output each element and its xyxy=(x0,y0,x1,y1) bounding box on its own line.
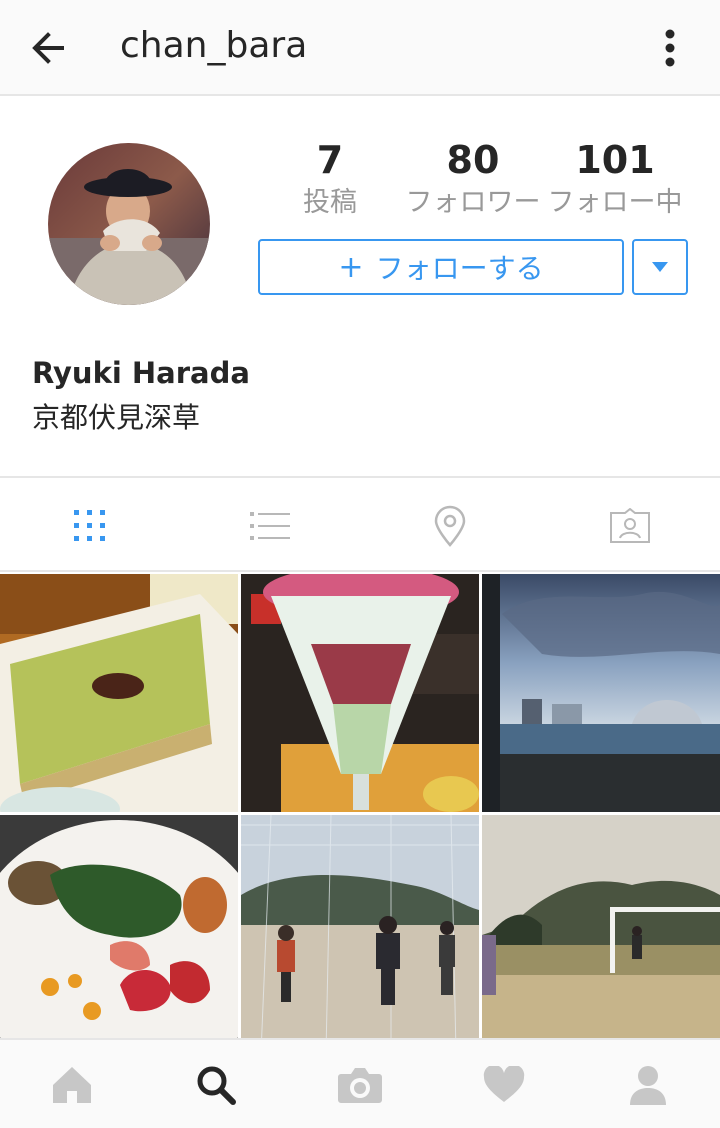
profile-view-tabs xyxy=(0,476,720,572)
bottom-navigation-bar xyxy=(0,1038,720,1128)
suggested-users-dropdown-button[interactable] xyxy=(632,239,688,295)
follow-plus-icon: + xyxy=(338,249,364,285)
nav-search[interactable] xyxy=(144,1040,288,1128)
profile-avatar[interactable] xyxy=(48,143,210,305)
profile-full-name: Ryuki Harada xyxy=(32,356,250,390)
heart-icon xyxy=(483,1066,525,1102)
tagged-photos-icon xyxy=(610,508,650,543)
stat-following[interactable]: 101 フォロー中 xyxy=(540,136,690,222)
tab-map-view[interactable] xyxy=(360,478,540,574)
stat-following-count: 101 xyxy=(575,138,655,182)
profile-icon xyxy=(630,1066,666,1105)
more-vertical-icon xyxy=(665,29,675,67)
home-icon xyxy=(53,1067,91,1103)
tab-list-view[interactable] xyxy=(180,478,360,574)
back-button[interactable] xyxy=(20,24,76,72)
camera-icon xyxy=(338,1068,382,1103)
more-options-button[interactable] xyxy=(642,22,698,74)
stat-followers-label: フォロワー xyxy=(405,187,541,218)
nav-home[interactable] xyxy=(0,1040,144,1128)
photo-thumbnail-soccer-players[interactable] xyxy=(241,815,479,1053)
stat-posts[interactable]: 7 投稿 xyxy=(255,136,405,222)
arrow-left-icon xyxy=(32,32,64,64)
photo-thumbnail-salad-plate[interactable] xyxy=(0,815,238,1053)
top-app-bar: chan_bara xyxy=(0,0,720,96)
caret-down-icon xyxy=(652,262,668,272)
profile-username: chan_bara xyxy=(120,25,308,66)
profile-bio: 京都伏見深草 xyxy=(32,401,201,434)
stat-followers-count: 80 xyxy=(446,138,500,182)
nav-camera[interactable] xyxy=(288,1040,432,1128)
photo-thumbnail-soccer-field[interactable] xyxy=(482,815,720,1053)
location-pin-icon xyxy=(434,505,466,547)
nav-activity[interactable] xyxy=(432,1040,576,1128)
photo-grid xyxy=(0,574,720,1053)
grid-icon xyxy=(74,510,105,541)
follow-button-label: フォローする xyxy=(375,252,544,285)
photo-thumbnail-harbor-sky[interactable] xyxy=(482,574,720,812)
photo-thumbnail-green-cake[interactable] xyxy=(0,574,238,812)
search-icon xyxy=(197,1066,236,1105)
list-icon xyxy=(250,512,290,540)
tab-grid-view[interactable] xyxy=(0,478,180,574)
stat-posts-count: 7 xyxy=(316,138,344,182)
photo-thumbnail-parfait[interactable] xyxy=(241,574,479,812)
stat-posts-label: 投稿 xyxy=(303,187,357,218)
stat-followers[interactable]: 80 フォロワー xyxy=(398,136,548,222)
stat-following-label: フォロー中 xyxy=(547,187,683,218)
follow-button[interactable]: + フォローする xyxy=(258,239,624,295)
tab-tagged-view[interactable] xyxy=(540,478,720,574)
nav-profile[interactable] xyxy=(576,1040,720,1128)
